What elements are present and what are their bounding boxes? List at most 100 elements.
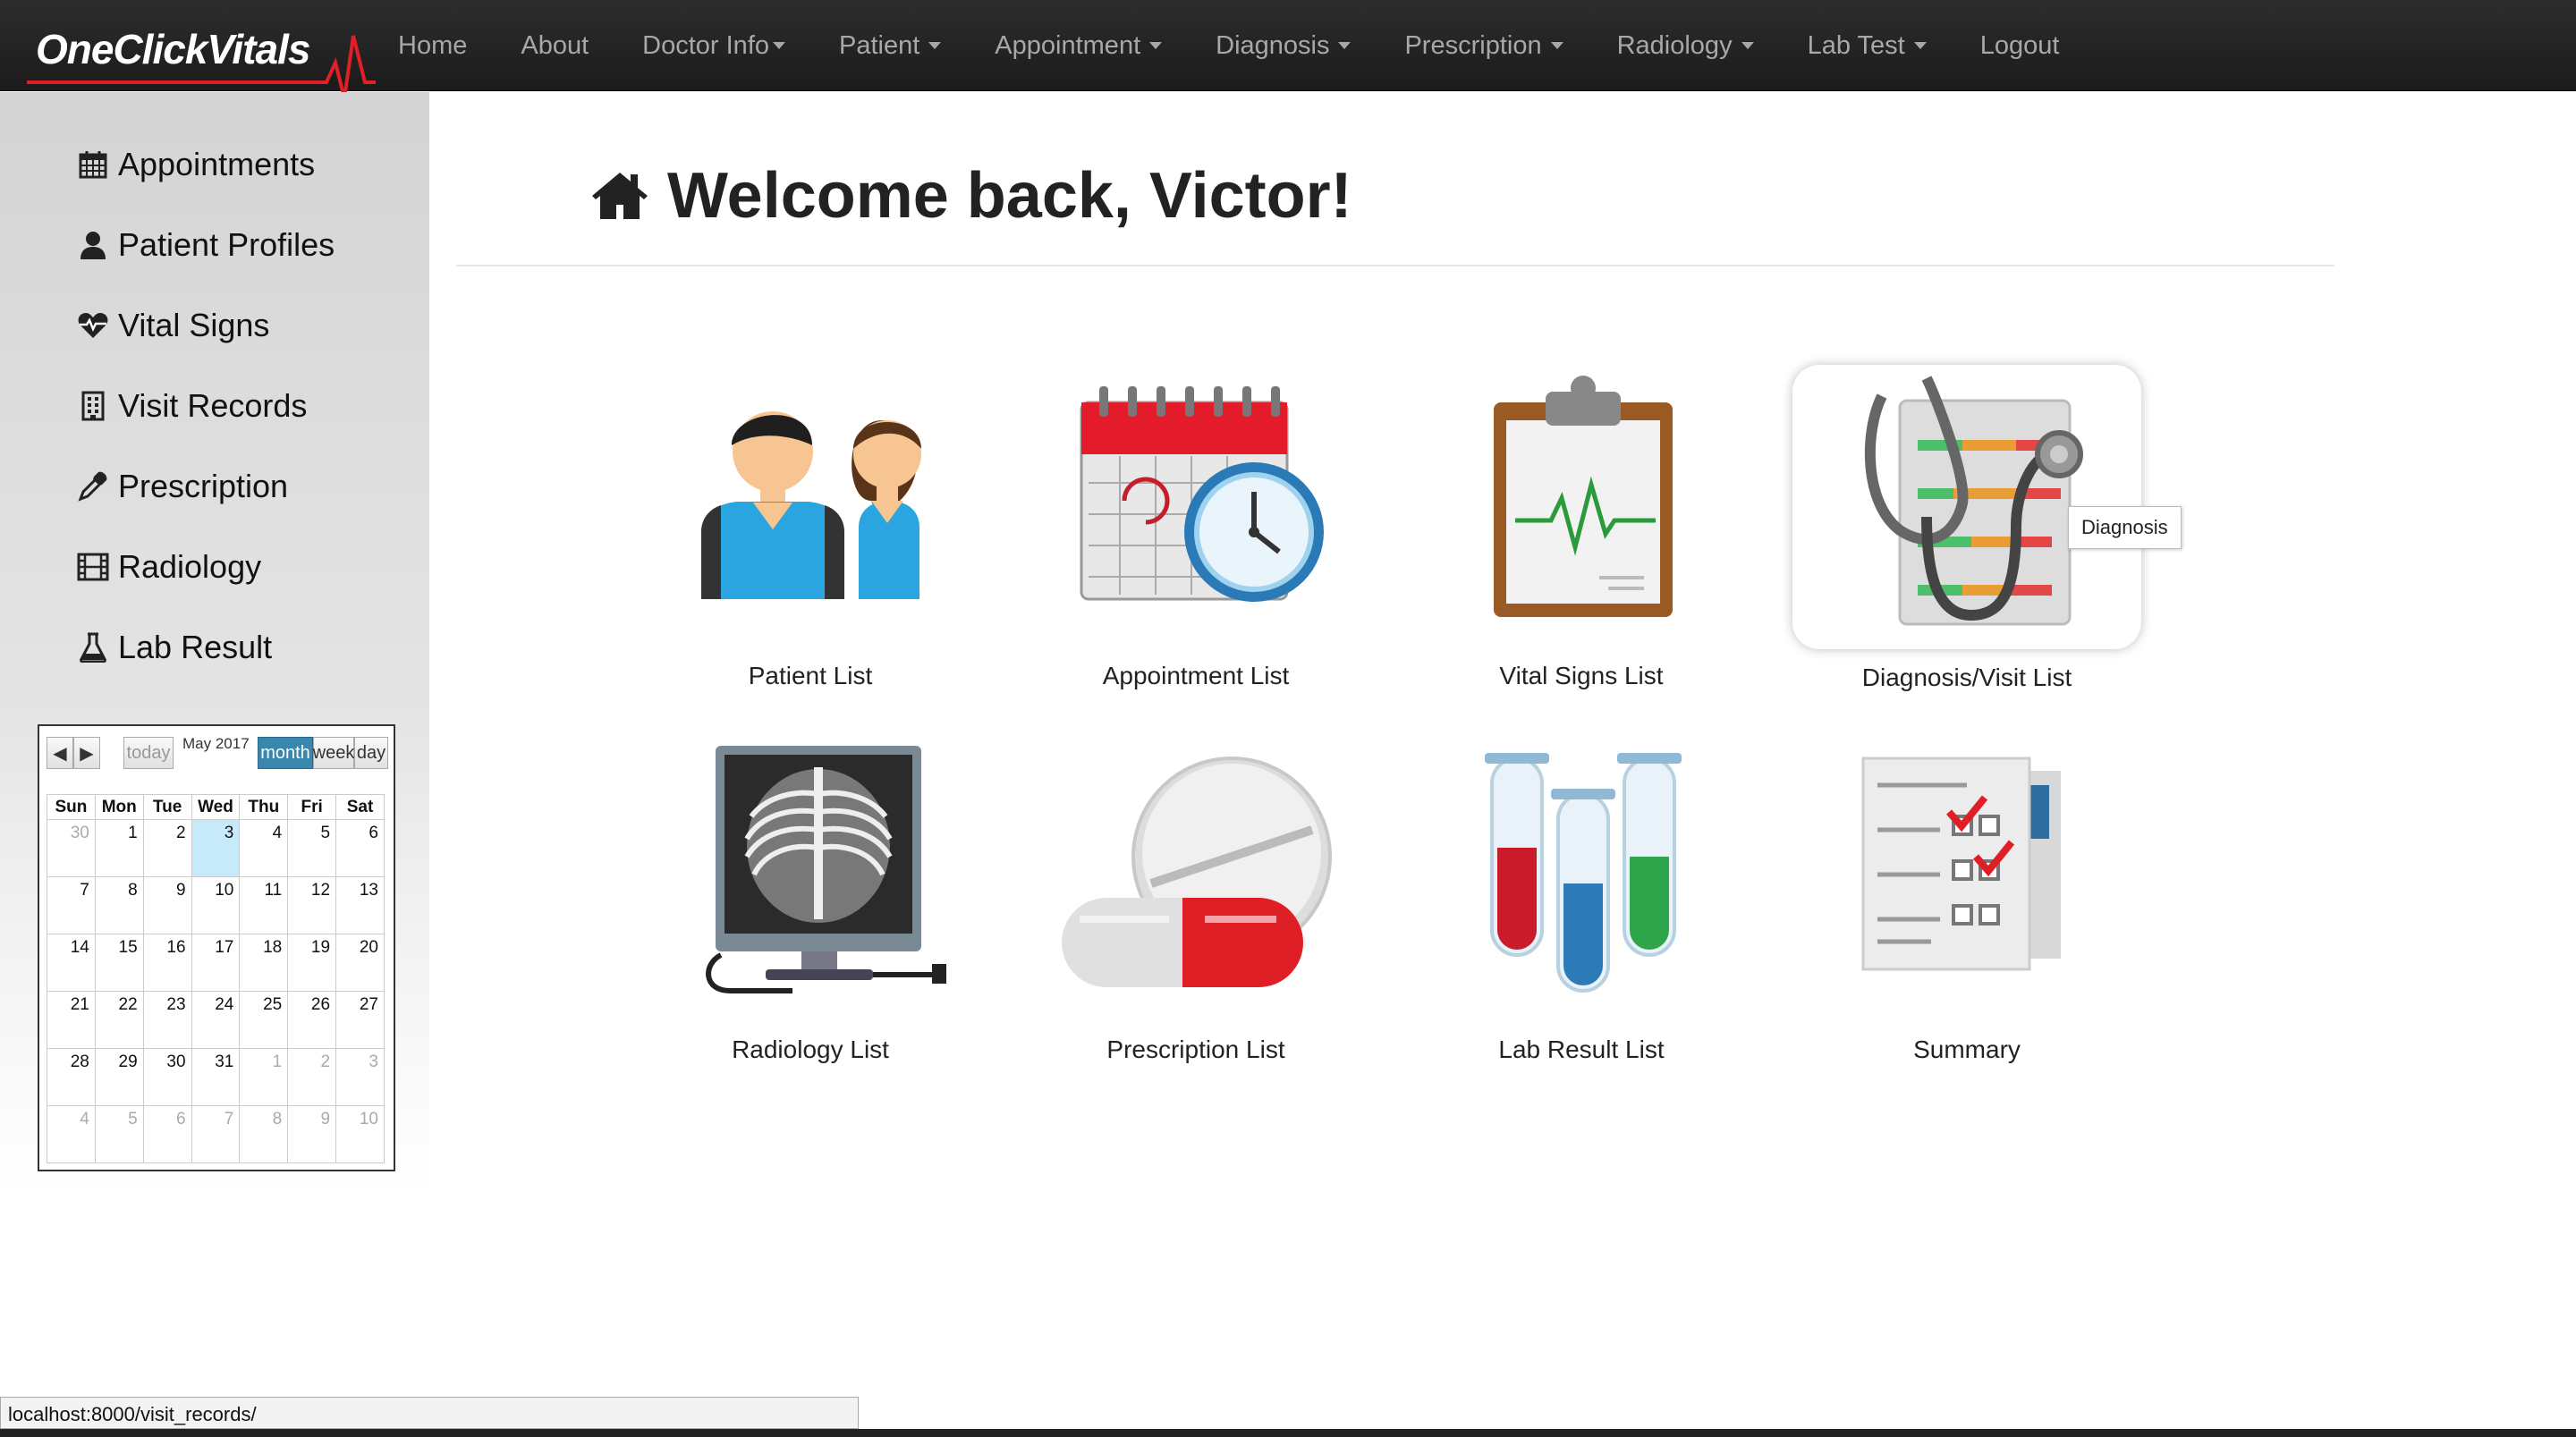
calendar-day[interactable]: 21 bbox=[47, 991, 96, 1049]
tile-lab-result-list[interactable]: Lab Result List bbox=[1411, 740, 1751, 1064]
calendar-day[interactable]: 24 bbox=[191, 991, 241, 1049]
home-icon bbox=[590, 169, 649, 224]
calendar-day[interactable]: 8 bbox=[94, 876, 144, 934]
calendar-day[interactable]: 17 bbox=[191, 934, 241, 992]
calendar-day[interactable]: 19 bbox=[287, 934, 337, 992]
prev-month-button[interactable]: ◀ bbox=[47, 737, 73, 769]
next-month-button[interactable]: ▶ bbox=[73, 737, 100, 769]
calendar-day[interactable]: 12 bbox=[287, 876, 337, 934]
calendar-day[interactable]: 2 bbox=[287, 1048, 337, 1106]
calendar-day[interactable]: 13 bbox=[335, 876, 385, 934]
user-icon bbox=[77, 229, 109, 261]
tile-patient-list[interactable]: Patient List bbox=[640, 367, 980, 690]
nav-prescription[interactable]: Prescription bbox=[1404, 31, 1563, 61]
weekday-header: Tue bbox=[142, 794, 192, 820]
calendar-day[interactable]: 15 bbox=[94, 934, 144, 992]
calendar-day[interactable]: 7 bbox=[191, 1105, 241, 1163]
nav-appointment[interactable]: Appointment bbox=[995, 31, 1163, 61]
tile-label: Lab Result List bbox=[1498, 1035, 1665, 1063]
calendar-day[interactable]: 28 bbox=[47, 1048, 96, 1106]
calendar-day[interactable]: 20 bbox=[335, 934, 385, 992]
tile-appointment-list[interactable]: Appointment List bbox=[1026, 367, 1366, 690]
calendar-day[interactable]: 9 bbox=[142, 876, 192, 934]
tooltip: Diagnosis bbox=[2068, 506, 2182, 549]
calendar-day[interactable]: 29 bbox=[94, 1048, 144, 1106]
caret-down-icon bbox=[773, 42, 785, 49]
calendar-day[interactable]: 6 bbox=[142, 1105, 192, 1163]
calendar-day[interactable]: 1 bbox=[94, 819, 144, 877]
top-navbar: OneClickVitals Home About Doctor Info Pa… bbox=[0, 0, 2576, 94]
calendar-day[interactable]: 18 bbox=[239, 934, 289, 992]
calendar-day[interactable]: 23 bbox=[142, 991, 192, 1049]
tile-summary[interactable]: Summary bbox=[1797, 740, 2137, 1064]
patients-icon bbox=[667, 367, 953, 635]
calendar-day[interactable]: 11 bbox=[239, 876, 289, 934]
calendar-day[interactable]: 3 bbox=[335, 1048, 385, 1106]
tile-label: Appointment List bbox=[1102, 662, 1290, 689]
day-view-button[interactable]: day bbox=[354, 737, 388, 769]
nav-home[interactable]: Home bbox=[398, 31, 467, 61]
nav-patient[interactable]: Patient bbox=[839, 31, 942, 61]
sidebar-item-label: Radiology bbox=[118, 548, 262, 585]
nav-radiology[interactable]: Radiology bbox=[1617, 31, 1754, 61]
calendar-day[interactable]: 22 bbox=[94, 991, 144, 1049]
calendar-day[interactable]: 30 bbox=[47, 819, 96, 877]
sidebar-item-vital-signs[interactable]: Vital Signs bbox=[77, 307, 269, 344]
calendar-day[interactable]: 3 bbox=[191, 819, 241, 877]
week-view-button[interactable]: week bbox=[313, 737, 354, 769]
calendar-day[interactable]: 7 bbox=[47, 876, 96, 934]
pills-icon bbox=[1053, 740, 1339, 1009]
brand-logo[interactable]: OneClickVitals bbox=[27, 9, 376, 94]
tile-radiology-list[interactable]: Radiology List bbox=[640, 740, 980, 1064]
calendar-day[interactable]: 10 bbox=[191, 876, 241, 934]
xray-monitor-icon bbox=[667, 740, 953, 1009]
calendar-grid: Sun Mon Tue Wed Thu Fri Sat 30 1 2 3 4 5 6 7 8 9 10 11 12 1… bbox=[47, 794, 385, 1163]
calendar-day[interactable]: 2 bbox=[142, 819, 192, 877]
tile-vital-signs-list[interactable]: Vital Signs List bbox=[1411, 367, 1751, 690]
calendar-day[interactable]: 26 bbox=[287, 991, 337, 1049]
nav-about[interactable]: About bbox=[521, 31, 589, 61]
weekday-header: Sun bbox=[47, 794, 96, 820]
calendar-day[interactable]: 14 bbox=[47, 934, 96, 992]
today-button[interactable]: today bbox=[123, 737, 174, 769]
calendar-day[interactable]: 8 bbox=[239, 1105, 289, 1163]
weekday-header: Mon bbox=[94, 794, 144, 820]
triangle-left-icon: ◀ bbox=[53, 743, 67, 764]
calendar-day[interactable]: 4 bbox=[47, 1105, 96, 1163]
caret-down-icon bbox=[928, 42, 942, 49]
nav-doctor-info[interactable]: Doctor Info bbox=[642, 31, 785, 61]
sidebar-item-visit-records[interactable]: Visit Records bbox=[77, 387, 307, 425]
sidebar-item-appointments[interactable]: Appointments bbox=[77, 146, 315, 183]
status-bar-url: localhost:8000/visit_records/ bbox=[0, 1397, 859, 1429]
calendar-day[interactable]: 1 bbox=[239, 1048, 289, 1106]
tile-label: Patient List bbox=[748, 662, 873, 689]
calendar-day[interactable]: 31 bbox=[191, 1048, 241, 1106]
sidebar-item-patient-profiles[interactable]: Patient Profiles bbox=[77, 226, 335, 264]
sidebar-item-lab-result[interactable]: Lab Result bbox=[77, 629, 272, 666]
calendar-day[interactable]: 5 bbox=[94, 1105, 144, 1163]
sidebar-item-label: Lab Result bbox=[118, 629, 273, 665]
calendar-day[interactable]: 30 bbox=[142, 1048, 192, 1106]
calendar-day[interactable]: 6 bbox=[335, 819, 385, 877]
brand-name: OneClickVitals bbox=[36, 26, 310, 72]
sidebar-item-radiology[interactable]: Radiology bbox=[77, 548, 261, 586]
calendar-day[interactable]: 4 bbox=[239, 819, 289, 877]
nav-diagnosis[interactable]: Diagnosis bbox=[1216, 31, 1352, 61]
calendar-day[interactable]: 9 bbox=[287, 1105, 337, 1163]
calendar-day[interactable]: 16 bbox=[142, 934, 192, 992]
calendar-day[interactable]: 25 bbox=[239, 991, 289, 1049]
calendar-day[interactable]: 10 bbox=[335, 1105, 385, 1163]
mini-calendar: ◀ ▶ today May 2017 month week day Sun Mon… bbox=[38, 724, 395, 1171]
nav-lab-test[interactable]: Lab Test bbox=[1808, 31, 1927, 61]
calendar-day[interactable]: 27 bbox=[335, 991, 385, 1049]
nav-logout[interactable]: Logout bbox=[1980, 31, 2060, 61]
sidebar-item-label: Vital Signs bbox=[118, 307, 270, 343]
triangle-right-icon: ▶ bbox=[80, 743, 94, 764]
caret-down-icon bbox=[1149, 42, 1163, 49]
sidebar-item-prescription[interactable]: Prescription bbox=[77, 468, 288, 505]
caret-down-icon bbox=[1913, 42, 1927, 49]
tile-prescription-list[interactable]: Prescription List bbox=[1026, 740, 1366, 1064]
tile-label: Vital Signs List bbox=[1499, 662, 1664, 689]
calendar-day[interactable]: 5 bbox=[287, 819, 337, 877]
month-view-button[interactable]: month bbox=[258, 737, 313, 769]
